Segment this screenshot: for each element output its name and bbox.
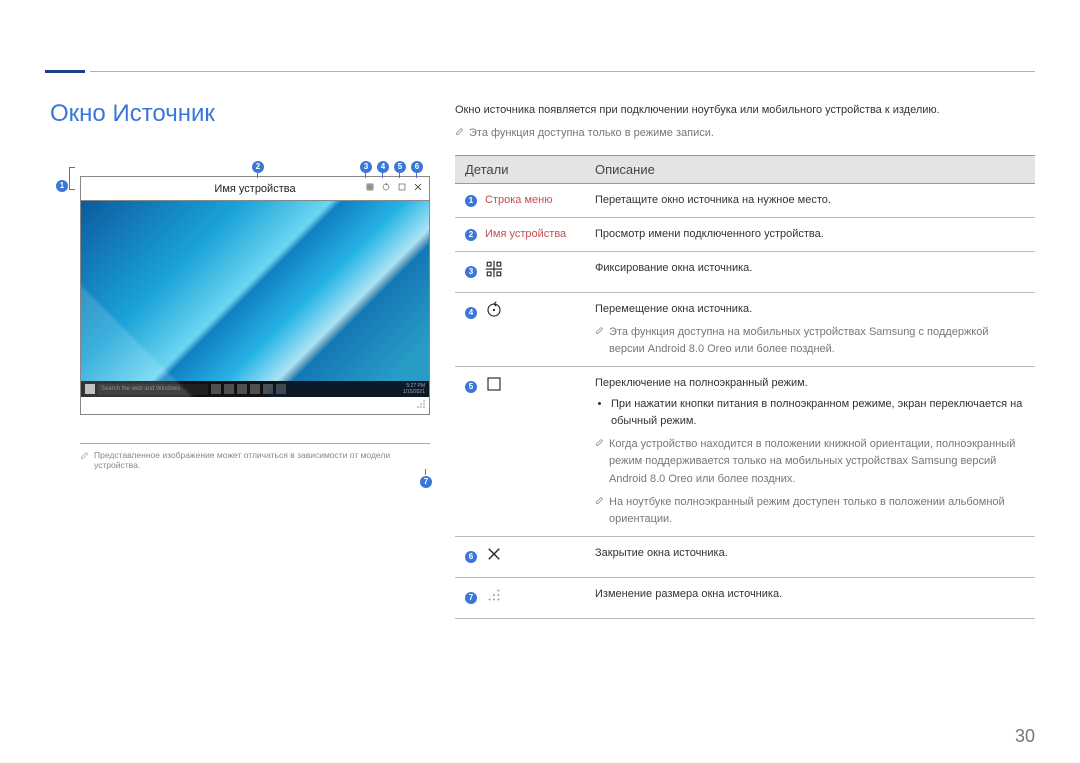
rotate-icon	[485, 301, 503, 325]
row-num: 7	[465, 592, 477, 604]
callout-4: 4	[377, 160, 389, 173]
start-icon	[85, 384, 95, 394]
table-row: 1 Строка меню Перетащите окно источника н…	[455, 184, 1035, 218]
pin-icon	[485, 260, 503, 284]
pencil-icon	[595, 436, 609, 453]
row-label: Имя устройства	[485, 226, 566, 243]
desc-note: На ноутбуке полноэкранный режим доступен…	[609, 494, 1025, 528]
intro-text: Окно источника появляется при подключени…	[455, 102, 1035, 119]
resize-icon	[485, 586, 503, 610]
maximize-icon[interactable]	[397, 182, 407, 195]
row-desc: Фиксирование окна источника.	[585, 252, 1035, 293]
row-desc: Переключение на полноэкранный режим. При…	[585, 367, 1035, 536]
callout-num-1: 1	[56, 180, 68, 192]
header-rule	[90, 71, 1035, 72]
intro-note: Эта функция доступна только в режиме зап…	[469, 125, 714, 142]
header-dash	[45, 70, 85, 73]
callout-num-7: 7	[420, 476, 432, 488]
row-num: 3	[465, 266, 477, 278]
tb-icon	[263, 384, 273, 394]
callout-num-4: 4	[377, 161, 389, 173]
details-table: Детали Описание 1 Строка меню Перетащите …	[455, 155, 1035, 619]
table-row: 2 Имя устройства Просмотр имени подключен…	[455, 218, 1035, 252]
pencil-icon	[455, 125, 469, 142]
source-window: Имя устройства Search the web and Window…	[80, 176, 430, 415]
callout-2: 2	[252, 160, 264, 173]
intro-block: Окно источника появляется при подключени…	[455, 102, 1035, 141]
figure: 1 2 3 4 5 6 Имя устройства Search the we…	[50, 160, 430, 470]
callout-6: 6	[411, 160, 423, 173]
callout-5: 5	[394, 160, 406, 173]
maximize-icon	[485, 375, 503, 399]
tb-icon	[250, 384, 260, 394]
row-desc: Перетащите окно источника на нужное мест…	[585, 184, 1035, 218]
table-row: 5 Переключение на полноэкранный режим. П…	[455, 367, 1035, 536]
bracket-1	[69, 167, 75, 190]
page-number: 30	[1015, 726, 1035, 747]
close-icon[interactable]	[413, 182, 423, 195]
rotate-icon[interactable]	[381, 182, 391, 195]
row-num: 1	[465, 195, 477, 207]
device-name-label: Имя устройства	[214, 183, 295, 195]
row-label: Строка меню	[485, 192, 552, 209]
desc-note: Эта функция доступна на мобильных устрой…	[609, 324, 1025, 358]
tb-icon	[211, 384, 221, 394]
menu-bar[interactable]: Имя устройства	[81, 177, 429, 201]
row-desc: Изменение размера окна источника.	[585, 577, 1035, 618]
taskbar-clock: 5:27 PM1/15/2021	[403, 383, 425, 395]
desc-bullet: При нажатии кнопки питания в полноэкранн…	[611, 396, 1025, 430]
close-icon	[485, 545, 503, 569]
table-row: 7 Изменение размера окна источника.	[455, 577, 1035, 618]
callout-3: 3	[360, 160, 372, 173]
tb-icon	[224, 384, 234, 394]
tb-icon	[237, 384, 247, 394]
caption-rule	[80, 443, 430, 444]
pencil-icon	[595, 494, 609, 511]
row-desc: Перемещение окна источника. Эта функция …	[585, 293, 1035, 367]
callout-7: 7	[420, 475, 432, 488]
row-num: 6	[465, 551, 477, 563]
row-num: 5	[465, 381, 477, 393]
col-details: Детали	[455, 156, 585, 184]
page-title: Окно Источник	[50, 100, 215, 128]
table-row: 4 Перемещение окна источника. Эта функци…	[455, 293, 1035, 367]
callout-num-6: 6	[411, 161, 423, 173]
desc-line: Переключение на полноэкранный режим.	[595, 375, 1025, 392]
callout-1: 1	[56, 179, 68, 192]
callout-num-2: 2	[252, 161, 264, 173]
table-row: 3 Фиксирование окна источника.	[455, 252, 1035, 293]
table-row: 6 Закрытие окна источника.	[455, 536, 1035, 577]
row-desc: Закрытие окна источника.	[585, 536, 1035, 577]
resize-handle[interactable]	[81, 397, 429, 414]
row-desc: Просмотр имени подключенного устройства.	[585, 218, 1035, 252]
taskbar: Search the web and Windows 5:27 PM1/15/2…	[81, 381, 429, 397]
window-content: Search the web and Windows 5:27 PM1/15/2…	[81, 201, 429, 397]
callout-num-5: 5	[394, 161, 406, 173]
row-num: 2	[465, 229, 477, 241]
pencil-icon	[80, 450, 90, 470]
col-description: Описание	[585, 156, 1035, 184]
taskbar-search: Search the web and Windows	[98, 384, 208, 395]
caption-text: Представленное изображение может отличат…	[94, 450, 430, 470]
desc-line: Перемещение окна источника.	[595, 301, 1025, 318]
callout-num-3: 3	[360, 161, 372, 173]
row-num: 4	[465, 307, 477, 319]
tb-icon	[276, 384, 286, 394]
pencil-icon	[595, 324, 609, 341]
desc-note: Когда устройство находится в положении к…	[609, 436, 1025, 487]
figure-caption: Представленное изображение может отличат…	[80, 450, 430, 470]
pin-icon[interactable]	[365, 182, 375, 195]
